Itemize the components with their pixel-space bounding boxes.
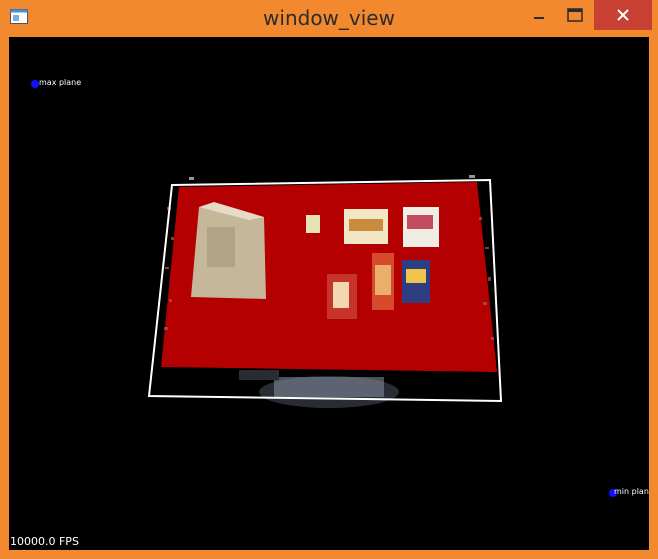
close-button[interactable] <box>594 0 652 30</box>
3d-viewport[interactable]: max plane min plane 10000.0 FPS <box>9 37 649 550</box>
close-icon <box>617 9 629 21</box>
maximize-button[interactable] <box>556 0 594 30</box>
fps-counter: 10000.0 FPS <box>10 535 79 548</box>
minimize-icon <box>534 17 544 19</box>
application-window: window_view max plane min plan 10000.0 F… <box>0 0 658 559</box>
max-plane-label: max plane <box>39 78 82 87</box>
max-plane-marker <box>31 80 39 88</box>
title-bar[interactable]: window_view <box>0 0 658 36</box>
below-table-points <box>239 370 399 408</box>
object-small-box <box>306 215 320 233</box>
point-cloud-scene <box>147 175 503 408</box>
minimize-button[interactable] <box>519 0 559 30</box>
maximize-icon <box>567 8 583 22</box>
min-plane-label: min plane <box>614 487 649 496</box>
